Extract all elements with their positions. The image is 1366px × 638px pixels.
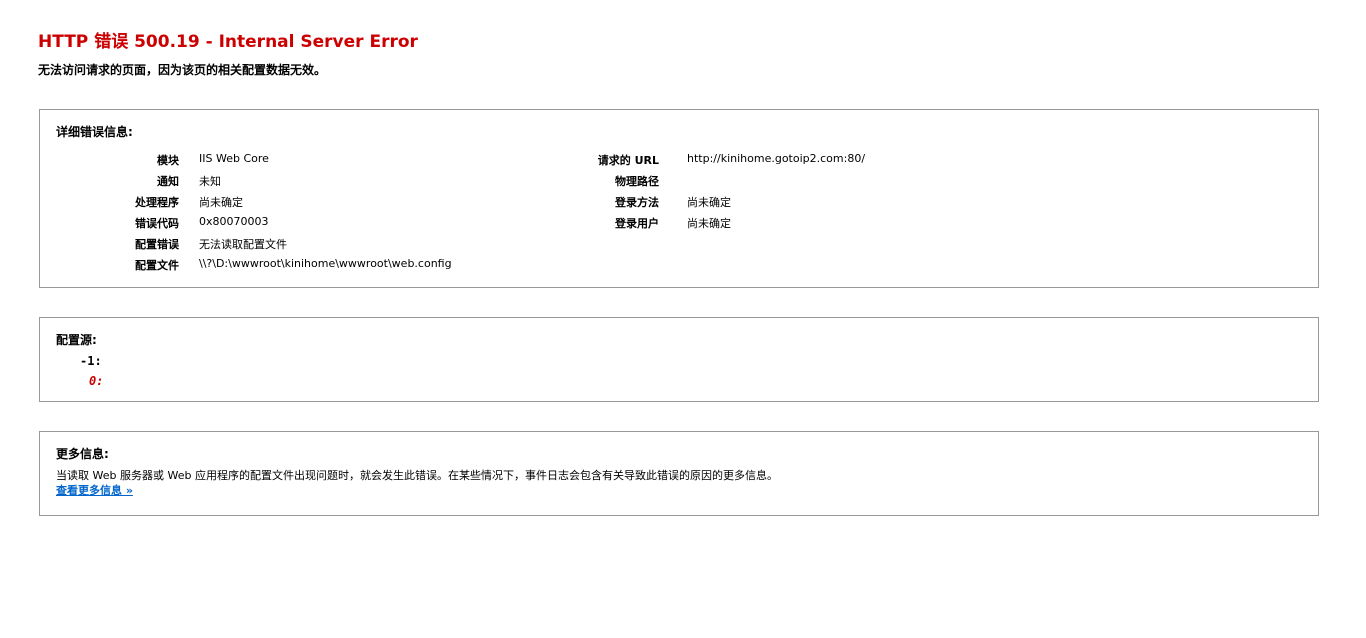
config-file-value: \\?\D:\wwwroot\kinihome\wwwroot\web.conf… — [199, 257, 452, 270]
config-source-heading: 配置源: — [56, 333, 97, 347]
more-info-text: 当读取 Web 服务器或 Web 应用程序的配置文件出现问题时，就会发生此错误。… — [56, 469, 778, 482]
error-title: HTTP 错误 500.19 - Internal Server Error — [38, 32, 418, 52]
error-code-value: 0x80070003 — [199, 215, 269, 228]
detailed-error-heading: 详细错误信息: — [56, 125, 133, 139]
physical-path-label: 物理路径 — [615, 175, 659, 188]
config-source-line: -1: — [80, 354, 102, 368]
requested-url-label: 请求的 URL — [597, 154, 659, 167]
notification-value: 未知 — [199, 175, 221, 188]
logon-user-label: 登录用户 — [615, 217, 659, 230]
detailed-error-panel: 详细错误信息: 模块 IIS Web Core 通知 未知 处理程序 尚未确定 … — [39, 109, 1319, 288]
config-error-value: 无法读取配置文件 — [199, 238, 287, 251]
handler-value: 尚未确定 — [199, 196, 243, 209]
more-info-panel: 更多信息: 当读取 Web 服务器或 Web 应用程序的配置文件出现问题时，就会… — [39, 431, 1319, 516]
more-info-heading: 更多信息: — [56, 447, 109, 461]
config-source-error-line: 0: — [89, 374, 104, 388]
requested-url-value: http://kinihome.gotoip2.com:80/ — [687, 152, 866, 165]
config-error-label: 配置错误 — [135, 238, 179, 251]
error-subtitle: 无法访问请求的页面，因为该页的相关配置数据无效。 — [38, 63, 327, 77]
module-label: 模块 — [157, 154, 179, 167]
config-file-label: 配置文件 — [135, 259, 179, 272]
logon-method-value: 尚未确定 — [687, 196, 731, 209]
notification-label: 通知 — [157, 175, 179, 188]
handler-label: 处理程序 — [135, 196, 179, 209]
logon-user-value: 尚未确定 — [687, 217, 731, 230]
view-more-info-link[interactable]: 查看更多信息 » — [56, 482, 133, 498]
config-source-panel: 配置源: -1: 0: — [39, 317, 1319, 402]
module-value: IIS Web Core — [199, 152, 269, 165]
logon-method-label: 登录方法 — [615, 196, 659, 209]
error-code-label: 错误代码 — [135, 217, 179, 230]
